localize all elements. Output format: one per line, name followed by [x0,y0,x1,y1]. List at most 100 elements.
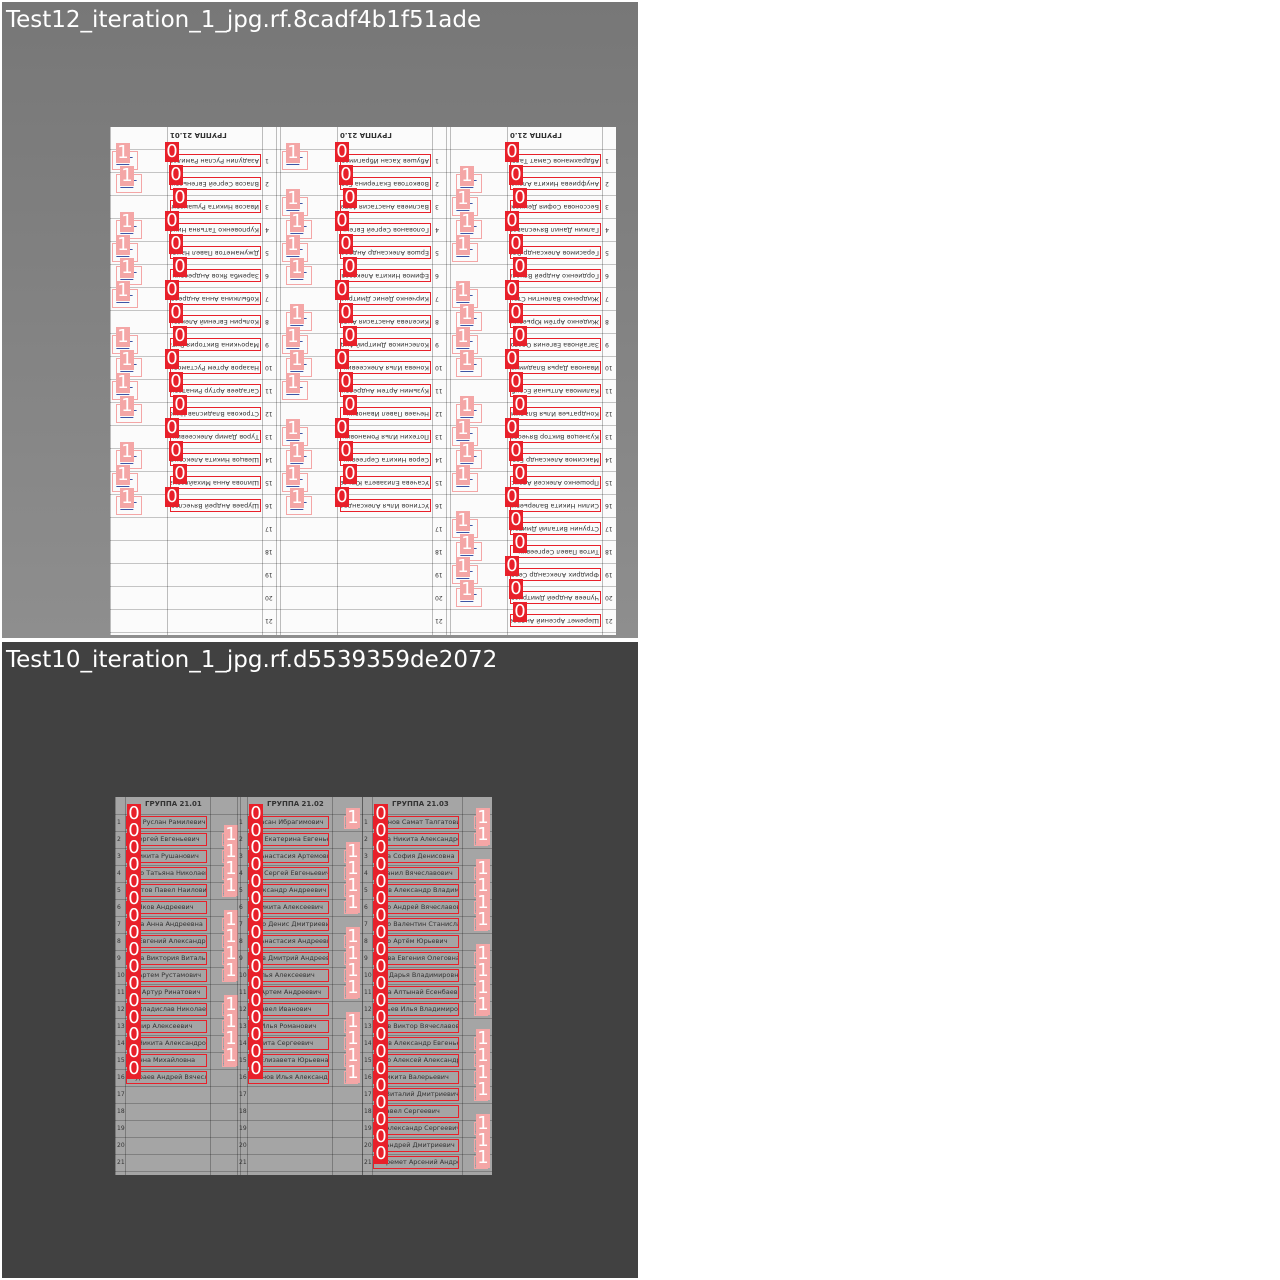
row-number: 16 [435,501,443,509]
class-label-0: 0 [165,279,179,300]
row-number: 12 [239,1005,247,1013]
group-header: ГРУППА 21.01 [145,800,202,808]
table-row-line [115,1052,492,1053]
class-label-1: 1 [456,510,470,531]
detection-box-name: Назаров Артем Рустамович [170,361,261,374]
table-column-line [110,127,111,635]
class-label-0: 0 [509,578,523,599]
row-number: 7 [239,920,243,928]
row-number: 17 [239,1090,247,1098]
class-label-1: 1 [476,909,490,930]
row-number: 18 [239,1107,247,1115]
row-number: 9 [239,954,243,962]
row-number: 2 [435,179,439,187]
table-row-line [110,586,616,587]
table-row-line [115,950,492,951]
table-row-line [115,1001,492,1002]
detection-box-name: Иванова Дарья Владимировна [510,361,601,374]
class-label-0: 0 [335,348,349,369]
class-label-0: 0 [173,325,187,346]
class-label-0: 0 [169,302,183,323]
class-label-1: 1 [116,142,130,163]
class-label-1: 1 [286,142,300,163]
class-label-0: 0 [339,164,353,185]
class-label-0: 0 [513,394,527,415]
table-column-line [210,797,211,1175]
class-label-0: 0 [513,601,527,622]
row-number: 8 [239,937,243,945]
class-label-0: 0 [513,532,527,553]
class-label-1: 1 [290,441,304,462]
class-label-1: 1 [476,1079,490,1100]
detection-box-name: Голованов Сергей Евгеньевич [340,223,431,236]
row-number: 7 [605,294,609,302]
attendance-sheet: ГРУППА 21.01 1 лин Руслан Рамилевич 0 2 в Сер… [115,797,492,1175]
table-row-line [115,882,492,883]
row-number: 2 [605,179,609,187]
table-row-line [110,356,616,357]
class-label-1: 1 [120,349,134,370]
class-label-1: 1 [116,234,130,255]
detection-box-name: Шураев Андрей Вячеславович [170,499,261,512]
row-number: 15 [239,1056,247,1064]
row-number: 21 [265,616,273,624]
table-column-line [167,127,168,635]
row-number: 4 [364,869,368,877]
row-number: 15 [117,1056,125,1064]
class-label-1: 1 [460,395,474,416]
table-row-line [115,1086,492,1087]
class-label-1: 1 [346,977,360,998]
detection-box-name: Туров Дамир Алексеевич [170,430,261,443]
table-column-line [115,797,116,1175]
table-row-line [115,1018,492,1019]
detection-box-name: Кузнецов Виктор Вячеславович [510,430,601,443]
detection-box-name: Кирченко Денис Дмитриевич [340,292,431,305]
detection-box-name: Жидренко Валентин Станиславович [510,292,601,305]
detection-box-name: Абдрахманов Самат Талгатович [510,154,601,167]
class-label-0: 0 [127,1058,141,1079]
table-row-line [110,379,616,380]
class-label-0: 0 [165,141,179,162]
class-label-0: 0 [505,417,519,438]
class-label-1: 1 [456,326,470,347]
row-number: 19 [364,1124,372,1132]
row-number: 10 [435,363,443,371]
class-label-0: 0 [339,233,353,254]
row-number: 20 [265,593,273,601]
row-number: 16 [364,1073,372,1081]
class-label-0: 0 [513,256,527,277]
table-row-line [115,814,492,815]
row-number: 15 [265,478,273,486]
image-panel-top: Test12_iteration_1_jpg.rf.8cadf4b1f51ade… [2,2,638,638]
class-label-1: 1 [116,280,130,301]
row-number: 12 [265,409,273,417]
row-number: 5 [239,886,243,894]
row-number: 16 [605,501,613,509]
class-label-1: 1 [456,556,470,577]
row-number: 8 [364,937,368,945]
class-label-0: 0 [169,371,183,392]
class-label-0: 0 [505,486,519,507]
table-row-line [110,310,616,311]
row-number: 13 [117,1022,125,1030]
detection-box-name: Фридрих Александр Сергеевич [510,568,601,581]
class-label-0: 0 [343,394,357,415]
row-number: 9 [265,340,269,348]
row-number: 11 [239,988,247,996]
class-label-1: 1 [286,188,300,209]
class-label-1: 1 [116,464,130,485]
row-number: 4 [265,225,269,233]
row-number: 18 [265,547,273,555]
table-row-line [115,1069,492,1070]
table-row-line [110,632,616,633]
table-row-line [110,540,616,541]
attendance-sheet: ГРУППА 21.01Абдрахманов Самат Талгатович… [110,127,616,635]
class-label-0: 0 [509,509,523,530]
class-label-1: 1 [456,280,470,301]
row-number: 13 [605,432,613,440]
row-number: 1 [265,156,269,164]
row-number: 8 [265,317,269,325]
row-number: 15 [364,1056,372,1064]
table-row-line [115,1120,492,1121]
row-number: 17 [265,524,273,532]
